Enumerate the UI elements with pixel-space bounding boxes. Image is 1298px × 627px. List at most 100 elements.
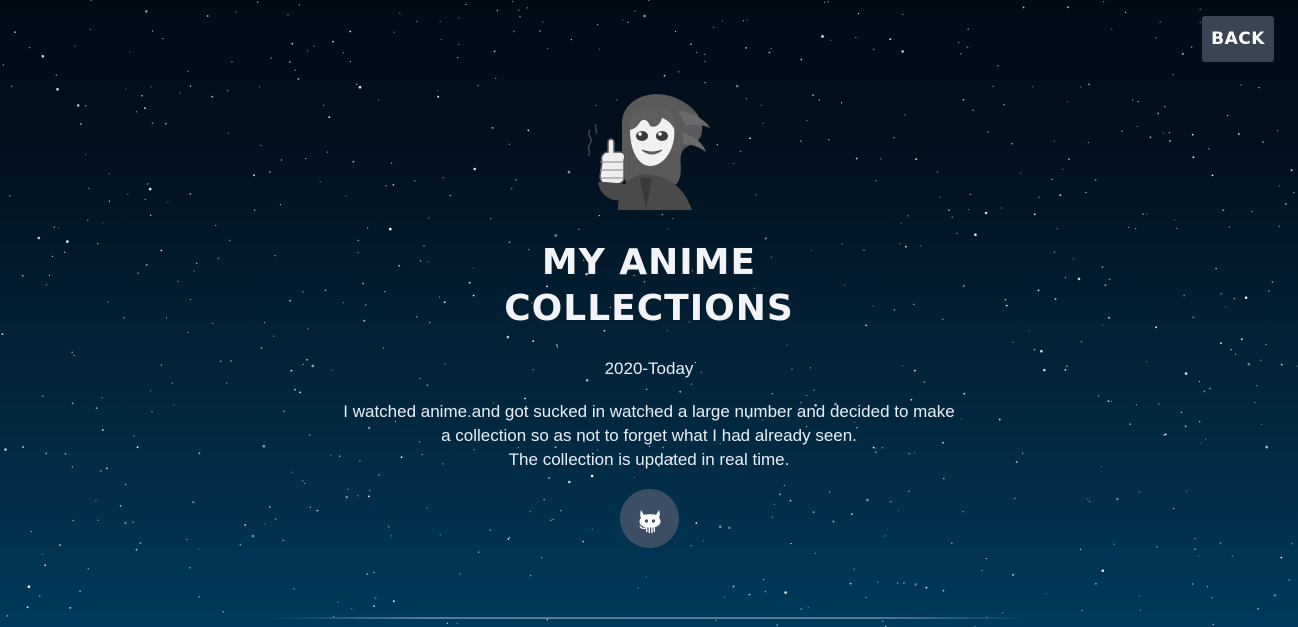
star <box>28 47 31 49</box>
star <box>690 383 693 385</box>
years-range: 2020-Today <box>604 359 694 378</box>
star <box>972 109 974 111</box>
star <box>189 566 191 569</box>
star <box>1212 623 1214 626</box>
star <box>1111 28 1113 30</box>
star <box>812 94 815 97</box>
star <box>1199 421 1201 423</box>
star <box>724 596 726 598</box>
star <box>274 518 277 521</box>
star <box>1067 6 1069 9</box>
star <box>1185 490 1188 492</box>
star <box>1273 594 1277 597</box>
star <box>1072 258 1074 260</box>
star <box>1004 298 1007 301</box>
star <box>884 535 886 537</box>
star <box>821 35 824 38</box>
star <box>942 318 944 320</box>
star <box>567 170 571 174</box>
star <box>1085 191 1087 194</box>
star <box>1296 365 1298 367</box>
star <box>306 358 308 361</box>
star <box>389 227 392 231</box>
star <box>1088 83 1090 86</box>
star <box>981 570 983 572</box>
star <box>667 228 669 230</box>
star <box>745 98 748 100</box>
star <box>1020 172 1022 174</box>
back-button[interactable]: BACK <box>1202 16 1274 62</box>
star <box>367 227 369 229</box>
star <box>899 243 901 245</box>
star <box>80 123 82 125</box>
star <box>1293 192 1295 194</box>
star <box>419 377 421 380</box>
github-link-button[interactable] <box>620 489 679 548</box>
star <box>1101 266 1104 269</box>
star <box>637 587 639 589</box>
star <box>269 171 271 173</box>
star <box>509 536 511 539</box>
star <box>1157 113 1159 115</box>
star <box>1230 349 1232 351</box>
star <box>749 137 751 140</box>
star <box>108 200 111 202</box>
star <box>1012 574 1014 576</box>
star <box>71 351 74 354</box>
star <box>198 596 200 598</box>
star <box>985 558 987 560</box>
star <box>1117 498 1119 500</box>
star <box>437 95 440 98</box>
star <box>790 543 792 545</box>
star <box>908 490 910 493</box>
star <box>1240 84 1242 86</box>
star <box>26 606 29 609</box>
star <box>228 239 231 242</box>
star <box>456 622 458 625</box>
star <box>253 174 255 177</box>
star <box>541 557 543 559</box>
star <box>901 365 903 367</box>
star <box>735 84 739 88</box>
star <box>151 30 154 32</box>
star <box>519 16 521 18</box>
star <box>149 390 152 392</box>
star <box>291 471 293 473</box>
star <box>1205 438 1207 440</box>
star <box>1043 368 1046 372</box>
star <box>231 60 233 63</box>
star <box>560 510 562 512</box>
star <box>1149 136 1152 139</box>
star <box>496 10 498 12</box>
star <box>369 489 371 492</box>
star <box>1172 74 1174 76</box>
star <box>542 21 544 23</box>
star <box>391 162 393 164</box>
star <box>366 573 369 576</box>
star <box>745 47 747 49</box>
star <box>998 418 1001 421</box>
star <box>273 335 275 337</box>
star <box>41 553 43 555</box>
star <box>217 257 220 260</box>
star <box>125 88 127 90</box>
star <box>198 452 201 455</box>
star <box>907 215 909 217</box>
star <box>974 233 977 236</box>
star <box>79 590 81 592</box>
star <box>784 591 787 594</box>
star <box>457 57 459 59</box>
star <box>270 57 273 60</box>
star <box>84 153 86 156</box>
star <box>1101 569 1105 572</box>
star <box>97 243 99 245</box>
page-title-line-2: COLLECTIONS <box>504 288 794 329</box>
star <box>763 579 765 581</box>
star <box>1146 213 1148 215</box>
star <box>257 1 259 3</box>
star <box>813 389 815 391</box>
description-line-3: The collection is updated in real time. <box>508 450 790 469</box>
star <box>526 7 528 9</box>
star <box>672 218 674 220</box>
star <box>1257 607 1259 610</box>
